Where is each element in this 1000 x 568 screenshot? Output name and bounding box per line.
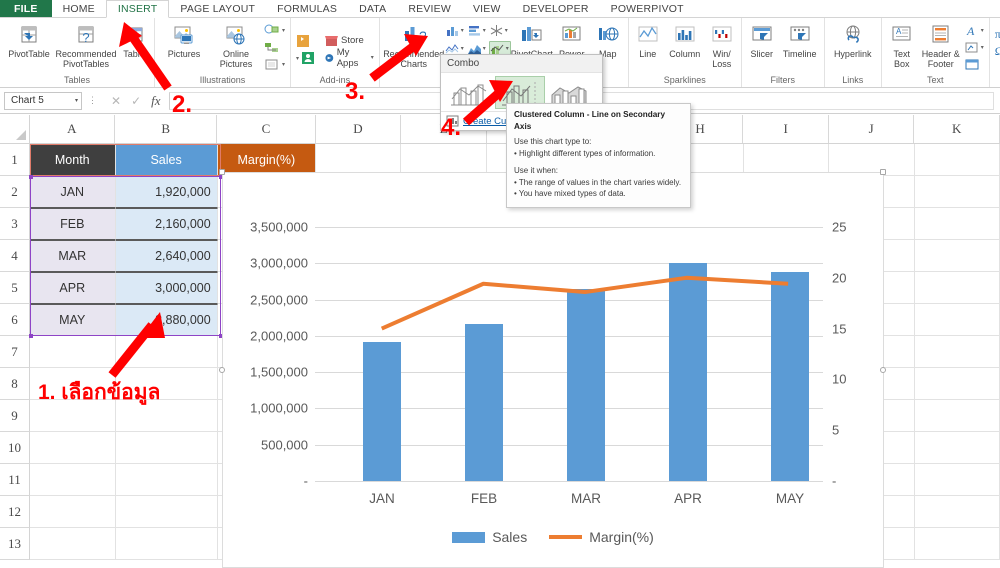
annotation-step-1: 1. เลือกข้อมูล xyxy=(38,376,160,409)
annotation-step-4: 4. xyxy=(441,114,461,142)
annotation-arrow-1 xyxy=(112,312,165,375)
annotation-arrow-3 xyxy=(372,34,428,78)
annotation-step-3: 3. xyxy=(345,78,365,106)
annotation-step-2: 2. xyxy=(172,91,192,119)
annotation-arrow-2 xyxy=(119,22,168,88)
annotation-arrows xyxy=(0,0,1000,568)
annotation-arrow-4 xyxy=(466,80,513,122)
